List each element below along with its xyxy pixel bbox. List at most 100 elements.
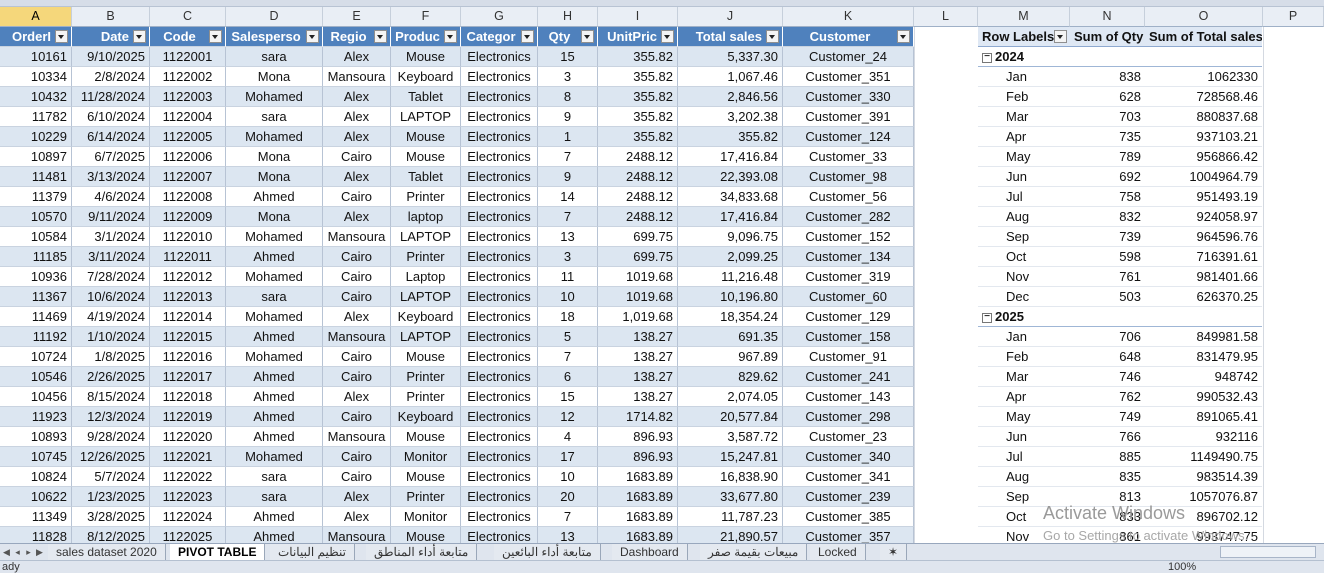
table-cell[interactable]: Alex <box>323 127 391 147</box>
table-cell[interactable]: Ahmed <box>226 187 323 207</box>
table-cell[interactable]: 355.82 <box>598 67 678 87</box>
pivot-cell[interactable]: 832 <box>1070 207 1145 227</box>
table-cell[interactable]: 4 <box>538 427 598 447</box>
table-cell[interactable]: 1122017 <box>150 367 226 387</box>
table-cell[interactable]: Customer_351 <box>783 67 914 87</box>
pivot-cell[interactable]: Nov <box>978 267 1070 287</box>
table-cell[interactable]: Mansoura <box>323 67 391 87</box>
table-cell[interactable]: Customer_239 <box>783 487 914 507</box>
pivot-cell[interactable]: Apr <box>978 387 1070 407</box>
table-cell[interactable]: Keyboard <box>391 67 461 87</box>
filter-dropdown-icon[interactable] <box>374 30 387 43</box>
table-cell[interactable]: LAPTOP <box>391 227 461 247</box>
pivot-month-row[interactable]: Jun 692 1004964.79 <box>978 167 1262 187</box>
table-cell[interactable]: 1714.82 <box>598 407 678 427</box>
table-cell[interactable]: LAPTOP <box>391 107 461 127</box>
table-cell[interactable]: 10334 <box>0 67 72 87</box>
pivot-month-row[interactable]: Dec 503 626370.25 <box>978 287 1262 307</box>
pivot-year-row[interactable]: −2025 <box>978 307 1262 327</box>
table-cell[interactable]: Mansoura <box>323 527 391 543</box>
pivot-header-row[interactable]: Row Labels Sum of Qty Sum of Total sales <box>978 27 1262 47</box>
table-cell[interactable]: Mona <box>226 167 323 187</box>
table-cell[interactable]: 18 <box>538 307 598 327</box>
table-cell[interactable]: Electronics <box>461 207 538 227</box>
table-cell[interactable]: Cairo <box>323 267 391 287</box>
table-cell[interactable]: 1 <box>538 127 598 147</box>
table-cell[interactable]: 8/15/2024 <box>72 387 150 407</box>
pivot-cell[interactable]: 766 <box>1070 427 1145 447</box>
table-cell[interactable]: Customer_319 <box>783 267 914 287</box>
last-sheet-icon[interactable]: ▶ <box>35 545 44 559</box>
pivot-month-row[interactable]: Aug 835 983514.39 <box>978 467 1262 487</box>
pivot-cell[interactable]: Sep <box>978 227 1070 247</box>
table-cell[interactable]: 1,019.68 <box>598 307 678 327</box>
table-cell[interactable]: 10570 <box>0 207 72 227</box>
pivot-cell[interactable]: −2025 <box>978 307 1070 327</box>
table-cell[interactable]: Printer <box>391 487 461 507</box>
filter-dropdown-icon[interactable] <box>897 30 910 43</box>
table-cell[interactable]: 10745 <box>0 447 72 467</box>
table-cell[interactable]: 355.82 <box>598 127 678 147</box>
table-cell[interactable]: Electronics <box>461 67 538 87</box>
table-cell[interactable]: 1122003 <box>150 87 226 107</box>
pivot-cell[interactable]: 891065.41 <box>1145 407 1262 427</box>
column-header-f[interactable]: F <box>391 7 461 27</box>
table-cell[interactable]: 7 <box>538 147 598 167</box>
table-cell[interactable]: Electronics <box>461 507 538 527</box>
pivot-cell[interactable]: 838 <box>1070 67 1145 87</box>
table-cell[interactable]: Alex <box>323 207 391 227</box>
filter-dropdown-icon[interactable] <box>661 30 674 43</box>
table-cell[interactable]: 10622 <box>0 487 72 507</box>
table-cell[interactable]: Electronics <box>461 247 538 267</box>
table-cell[interactable]: Tablet <box>391 87 461 107</box>
table-cell[interactable]: 10229 <box>0 127 72 147</box>
table-cell[interactable]: 6 <box>538 367 598 387</box>
pivot-cell[interactable]: Aug <box>978 207 1070 227</box>
table-cell[interactable]: 5 <box>538 327 598 347</box>
horizontal-scrollbar[interactable] <box>1220 546 1316 558</box>
table-cell[interactable]: 2,099.25 <box>678 247 783 267</box>
table-cell[interactable]: Customer_340 <box>783 447 914 467</box>
table-cell[interactable]: Electronics <box>461 127 538 147</box>
pivot-cell[interactable]: 703 <box>1070 107 1145 127</box>
filter-dropdown-icon[interactable] <box>444 30 457 43</box>
pivot-cell[interactable]: Jan <box>978 327 1070 347</box>
pivot-cell[interactable]: 598 <box>1070 247 1145 267</box>
pivot-cell[interactable]: Sum of Total sales <box>1145 27 1262 47</box>
table-cell[interactable]: Mona <box>226 207 323 227</box>
table-cell[interactable]: 6/10/2024 <box>72 107 150 127</box>
table-cell[interactable]: Cairo <box>323 247 391 267</box>
column-header-l[interactable]: L <box>914 7 978 27</box>
table-cell[interactable]: Ahmed <box>226 507 323 527</box>
pivot-cell[interactable]: 948742 <box>1145 367 1262 387</box>
table-cell[interactable]: Mouse <box>391 147 461 167</box>
table-cell[interactable]: 1122020 <box>150 427 226 447</box>
table-cell[interactable]: 4/19/2024 <box>72 307 150 327</box>
pivot-month-row[interactable]: Apr 762 990532.43 <box>978 387 1262 407</box>
table-cell[interactable]: 1683.89 <box>598 507 678 527</box>
pivot-month-row[interactable]: Mar 746 948742 <box>978 367 1262 387</box>
table-cell[interactable]: 33,677.80 <box>678 487 783 507</box>
table-cell[interactable]: 1122008 <box>150 187 226 207</box>
sheet-tab[interactable]: متابعة أداء البائعين <box>494 544 601 560</box>
table-cell[interactable]: Customer_56 <box>783 187 914 207</box>
table-cell[interactable]: 1122021 <box>150 447 226 467</box>
pivot-month-row[interactable]: May 789 956866.42 <box>978 147 1262 167</box>
filter-dropdown-icon[interactable] <box>133 30 146 43</box>
table-cell[interactable]: 3,587.72 <box>678 427 783 447</box>
table-cell[interactable]: Electronics <box>461 427 538 447</box>
table-cell[interactable]: 9 <box>538 167 598 187</box>
pivot-cell[interactable]: 849981.58 <box>1145 327 1262 347</box>
table-cell[interactable]: 2/26/2025 <box>72 367 150 387</box>
table-cell[interactable]: 2,074.05 <box>678 387 783 407</box>
table-cell[interactable]: 1122012 <box>150 267 226 287</box>
table-cell[interactable]: 11 <box>538 267 598 287</box>
table-cell[interactable]: 13 <box>538 527 598 543</box>
pivot-cell[interactable]: 628 <box>1070 87 1145 107</box>
table-cell[interactable]: 10936 <box>0 267 72 287</box>
pivot-cell[interactable]: Sum of Qty <box>1070 27 1145 47</box>
table-cell[interactable]: Customer_385 <box>783 507 914 527</box>
table-cell[interactable]: 11/28/2024 <box>72 87 150 107</box>
table-cell[interactable]: Keyboard <box>391 307 461 327</box>
pivot-cell[interactable]: 932116 <box>1145 427 1262 447</box>
